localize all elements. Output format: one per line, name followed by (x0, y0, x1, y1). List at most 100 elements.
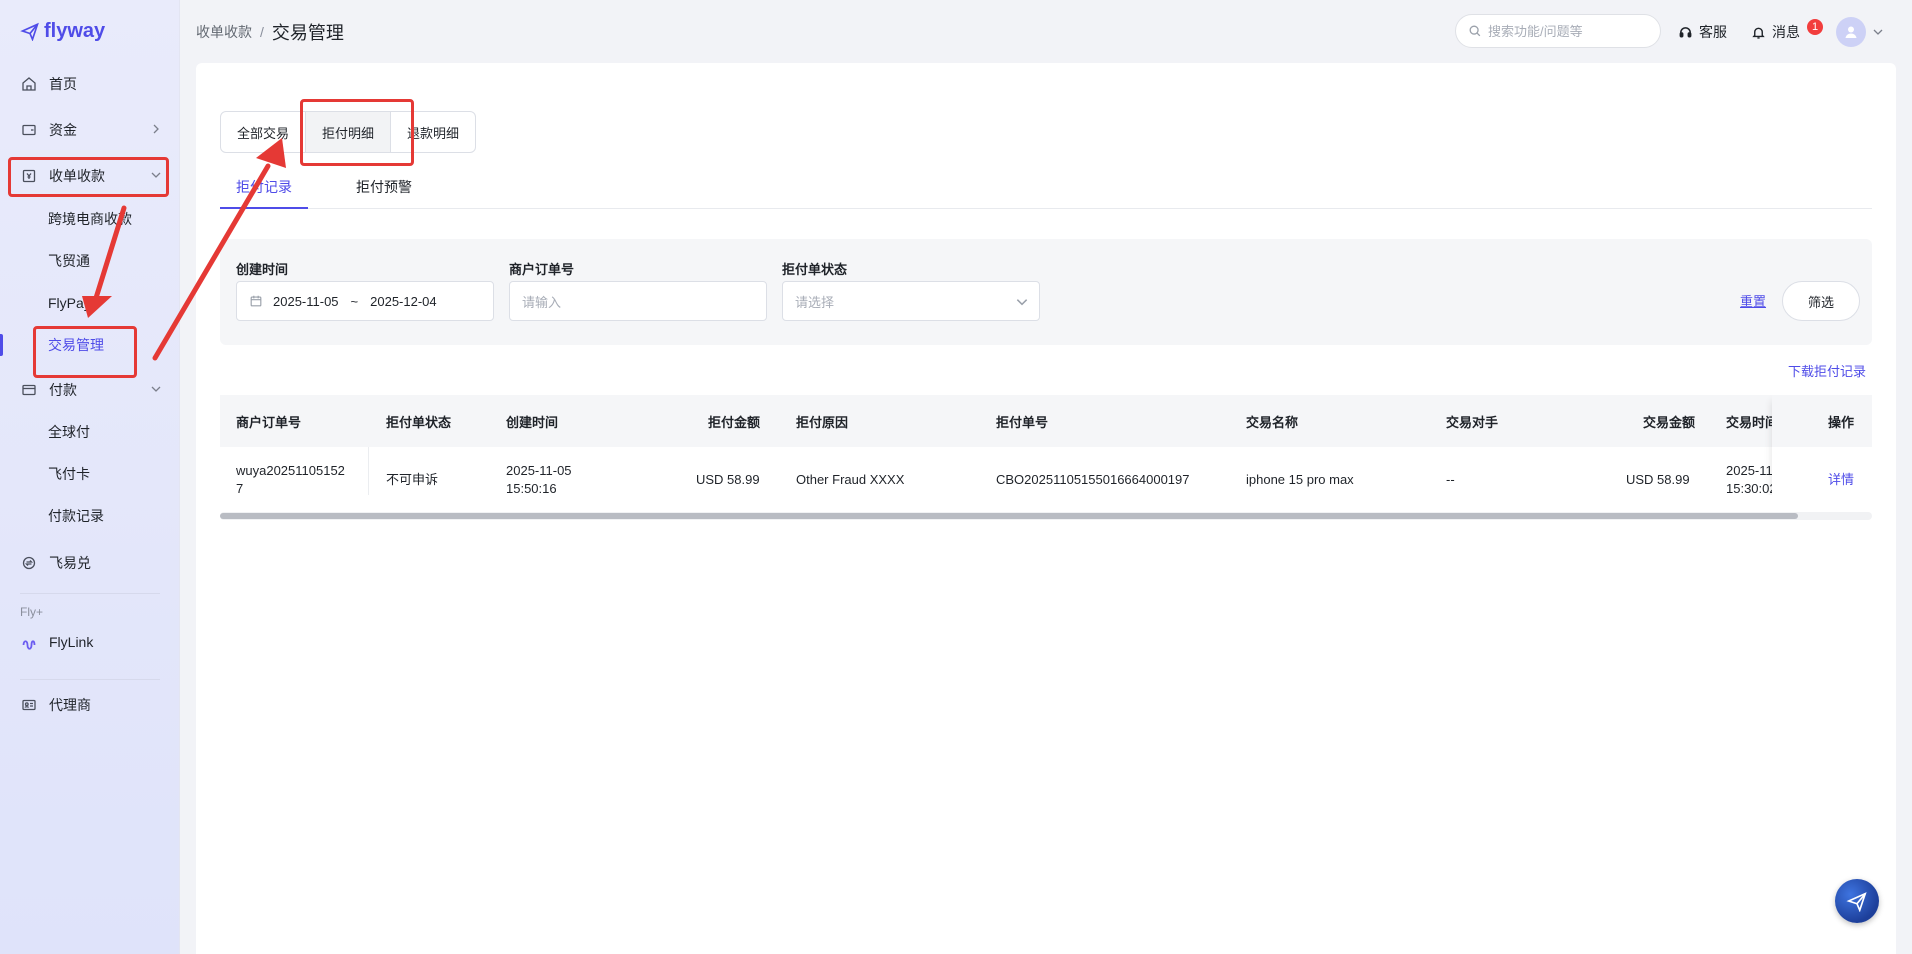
bell-icon (1752, 27, 1765, 39)
sidebar-divider (20, 679, 160, 680)
chevron-down-icon[interactable] (1872, 26, 1884, 38)
subtabs: 拒付记录 拒付预警 (220, 175, 1872, 209)
headset-icon (1679, 26, 1692, 37)
floating-action-button[interactable] (1835, 879, 1879, 923)
sidebar-item-agent[interactable]: 代理商 (0, 686, 180, 724)
col-status: 拒付单状态 (386, 414, 452, 430)
col-trade-name: 交易名称 (1246, 414, 1299, 430)
col-chargeback-no: 拒付单号 (996, 414, 1049, 430)
sidebar: flyway 首页 资金 收单收款 跨境电商收款 飞贸通 FlyPay 交易管理… (0, 0, 180, 954)
sidebar-group-label: Fly+ (20, 605, 44, 619)
order-no-line2: 7 (236, 481, 244, 495)
col-trade-amount: 交易金额 (1643, 414, 1696, 430)
annotation-highlight-transactions (33, 326, 137, 378)
status-placeholder: 请选择 (795, 294, 835, 310)
tab-chargeback-records[interactable]: 拒付记录 (236, 175, 292, 209)
date-start: 2025-11-05 (273, 293, 339, 309)
active-indicator (0, 334, 3, 356)
status-label: 拒付单状态 (782, 262, 848, 277)
segment-all-transactions[interactable]: 全部交易 (221, 112, 307, 152)
messages-label: 消息 (1772, 24, 1800, 40)
search-box[interactable] (1455, 14, 1661, 48)
table-row: wuya20251105152 7 不可申诉 2025-11-05 15:50:… (220, 447, 1872, 495)
table-header: 商户订单号 拒付单状态 创建时间 拒付金额 拒付原因 拒付单号 交易名称 交易对… (220, 395, 1872, 447)
search-input[interactable] (1488, 23, 1648, 39)
sidebar-item-home[interactable]: 首页 (0, 65, 180, 103)
date-range-picker[interactable]: 2025-11-05 ~ 2025-12-04 (236, 281, 494, 321)
chevron-right-icon (153, 124, 159, 134)
tab-chargeback-alerts[interactable]: 拒付预警 (356, 175, 412, 209)
created-date: 2025-11-05 (506, 463, 572, 478)
filter-panel: 创建时间 2025-11-05 ~ 2025-12-04 商户订单号 请输入 拒… (220, 239, 1872, 345)
col-counterparty: 交易对手 (1446, 414, 1499, 430)
fixed-action-column-shadow (1772, 395, 1872, 495)
order-no-input[interactable]: 请输入 (509, 281, 767, 321)
order-no-label: 商户订单号 (509, 262, 575, 277)
horizontal-scrollbar[interactable] (220, 512, 1872, 520)
created-time: 15:50:16 (506, 481, 557, 495)
breadcrumb-separator: / (260, 24, 264, 40)
annotation-highlight-chargeback-tab (300, 99, 414, 166)
id-card-icon (20, 696, 38, 714)
active-tab-indicator (220, 207, 308, 209)
scrollbar-thumb[interactable] (220, 513, 1798, 519)
sidebar-item-label: 资金 (49, 122, 77, 138)
paper-plane-logo-icon (20, 22, 39, 41)
col-trade-time: 交易时间 (1726, 414, 1772, 430)
download-chargeback-records-link[interactable]: 下载拒付记录 (1788, 361, 1866, 380)
sidebar-subitem-fly-card[interactable]: 飞付卡 (48, 459, 90, 489)
support-label: 客服 (1699, 24, 1727, 40)
col-created-time: 创建时间 (506, 414, 559, 430)
order-no-placeholder: 请输入 (522, 294, 562, 310)
sidebar-subitem-flypay[interactable]: FlyPay (48, 288, 91, 318)
sidebar-item-flylink[interactable]: FlyLink (0, 623, 180, 661)
calendar-icon (250, 295, 262, 307)
column-divider (368, 447, 369, 495)
filter-button[interactable]: 筛选 (1782, 281, 1860, 321)
page-title: 交易管理 (271, 23, 344, 43)
sidebar-subitem-ecommerce[interactable]: 跨境电商收款 (48, 204, 132, 234)
breadcrumb: 收单收款 / 交易管理 (196, 19, 344, 45)
created-time-label: 创建时间 (236, 262, 289, 277)
col-amount: 拒付金额 (708, 414, 761, 430)
brand-logo[interactable]: flyway (20, 18, 105, 44)
cell-trade-time: 2025-11-05 15:30:02 (1726, 447, 1772, 495)
cell-order-no: wuya20251105152 7 (236, 447, 345, 495)
sidebar-item-label: FlyLink (49, 634, 94, 650)
breadcrumb-parent[interactable]: 收单收款 (196, 22, 252, 42)
sidebar-subitem-feimaotong[interactable]: 飞贸通 (48, 246, 90, 276)
cell-counterparty: -- (1446, 472, 1455, 487)
sidebar-subitem-payment-records[interactable]: 付款记录 (48, 501, 104, 531)
sidebar-item-label: 代理商 (49, 697, 91, 713)
sidebar-item-exchange[interactable]: 飞易兑 (0, 544, 180, 582)
col-order-no: 商户订单号 (236, 414, 302, 430)
message-count-badge: 1 (1807, 19, 1823, 35)
sidebar-item-funds[interactable]: 资金 (0, 111, 180, 149)
trade-time: 15:30:02 (1726, 481, 1772, 495)
sidebar-subitem-global-pay[interactable]: 全球付 (48, 417, 90, 447)
status-select[interactable]: 请选择 (782, 281, 1040, 321)
chevron-down-icon (151, 386, 161, 392)
user-icon (1845, 26, 1857, 38)
wallet-icon (20, 121, 38, 139)
avatar[interactable] (1836, 17, 1866, 47)
chargeback-table: 商户订单号 拒付单状态 创建时间 拒付金额 拒付原因 拒付单号 交易名称 交易对… (220, 395, 1872, 495)
date-end: 2025-12-04 (370, 293, 437, 309)
annotation-highlight-collection (8, 157, 169, 197)
exchange-icon (20, 554, 38, 572)
cell-status: 不可申诉 (386, 472, 439, 487)
cell-amount: USD 58.99 (696, 472, 760, 487)
support-link[interactable]: 客服 (1678, 22, 1727, 42)
search-icon (1469, 25, 1481, 37)
paper-plane-icon (1846, 892, 1867, 912)
sidebar-item-label: 飞易兑 (49, 555, 91, 571)
flylink-icon (20, 633, 38, 651)
col-reason: 拒付原因 (796, 414, 849, 430)
card-icon (20, 381, 38, 399)
home-icon (20, 75, 38, 93)
reset-button[interactable]: 重置 (1740, 291, 1766, 310)
main-card: 全部交易 拒付明细 退款明细 拒付记录 拒付预警 创建时间 2025-11-05… (196, 63, 1896, 954)
cell-trade-amount: USD 58.99 (1626, 472, 1690, 487)
date-separator: ~ (350, 293, 359, 309)
messages-link[interactable]: 消息 (1751, 22, 1800, 42)
